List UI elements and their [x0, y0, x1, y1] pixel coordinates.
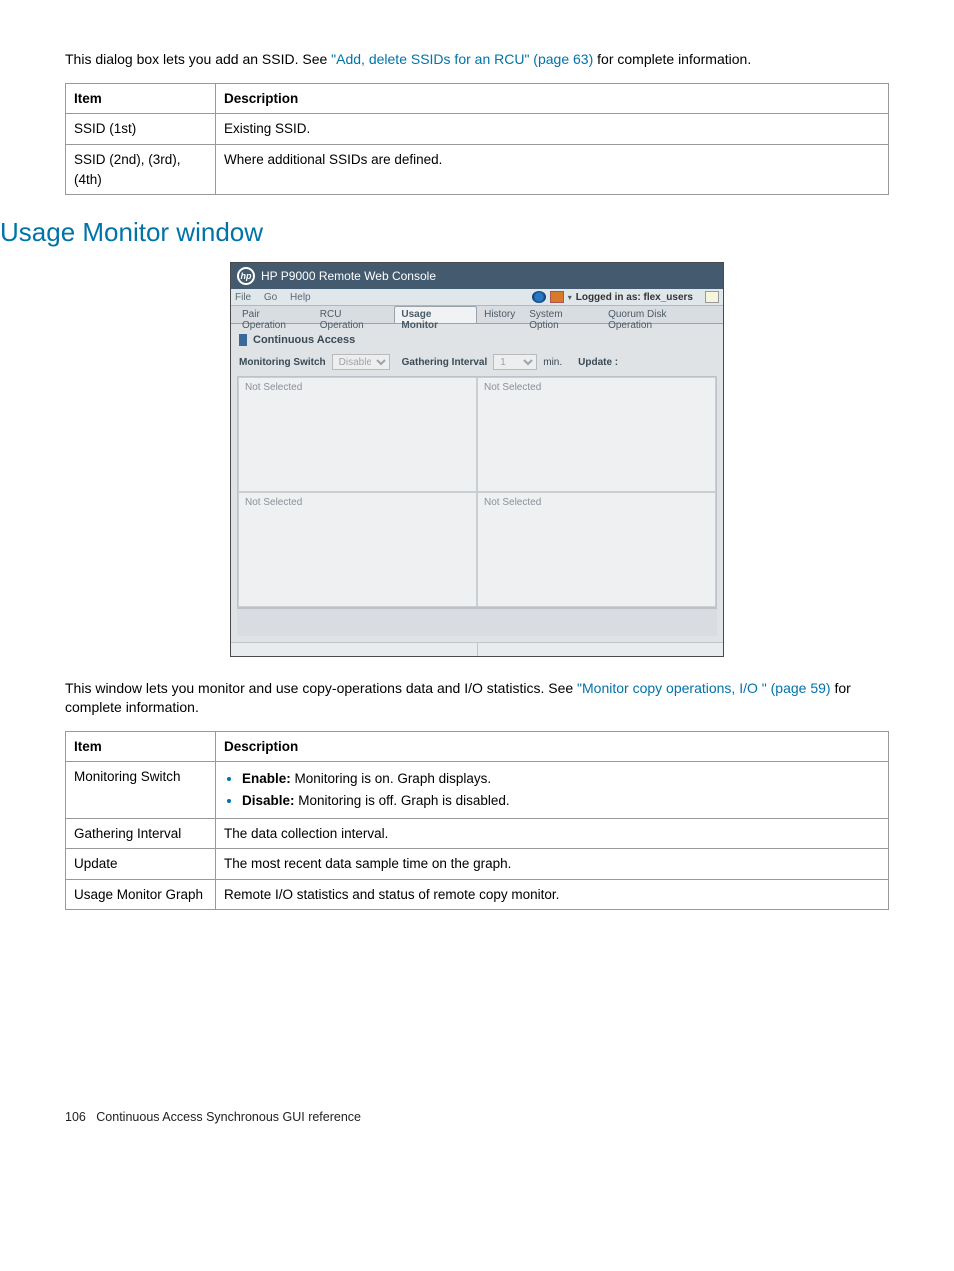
page-number: 106	[65, 1110, 86, 1124]
window-title: HP P9000 Remote Web Console	[261, 269, 436, 283]
cell-item: Gathering Interval	[66, 818, 216, 849]
tab-history[interactable]: History	[477, 306, 522, 323]
cell-desc: The data collection interval.	[216, 818, 889, 849]
th-item: Item	[66, 731, 216, 762]
table-row: Usage Monitor Graph Remote I/O statistic…	[66, 879, 889, 910]
intro2-link[interactable]: "Monitor copy operations, I/O " (page 59…	[577, 680, 831, 696]
gi-unit: min.	[543, 357, 562, 368]
tab-rcu-operation[interactable]: RCU Operation	[313, 306, 395, 323]
table-row: Gathering Interval The data collection i…	[66, 818, 889, 849]
tab-usage-monitor[interactable]: Usage Monitor	[394, 306, 477, 323]
list-item: Enable: Monitoring is on. Graph displays…	[242, 769, 880, 789]
gathering-interval-select[interactable]: 1	[493, 354, 537, 370]
gathering-interval-label: Gathering Interval	[402, 357, 488, 368]
hp-logo-icon: hp	[237, 267, 255, 285]
panel-br: Not Selected	[477, 492, 716, 607]
list-item: Disable: Monitoring is off. Graph is dis…	[242, 791, 880, 811]
intro2-pre: This window lets you monitor and use cop…	[65, 680, 577, 696]
note-icon[interactable]	[705, 291, 719, 303]
usage-monitor-table: Item Description Monitoring Switch Enabl…	[65, 731, 889, 910]
intro-link[interactable]: "Add, delete SSIDs for an RCU" (page 63)	[331, 51, 593, 67]
cell-desc: Where additional SSIDs are defined.	[216, 145, 889, 195]
cell-desc: Remote I/O statistics and status of remo…	[216, 879, 889, 910]
status-bar	[231, 642, 723, 656]
menubar: File Go Help ▾ Logged in as: flex_users	[231, 289, 723, 306]
th-desc: Description	[216, 83, 889, 114]
tab-quorum-disk[interactable]: Quorum Disk Operation	[601, 306, 719, 323]
dropdown-icon[interactable]: ▾	[568, 293, 572, 302]
cell-item: SSID (2nd), (3rd), (4th)	[66, 145, 216, 195]
tab-pair-operation[interactable]: Pair Operation	[235, 306, 313, 323]
panel-bl: Not Selected	[238, 492, 477, 607]
cards-icon[interactable]	[550, 291, 564, 303]
panel-tr: Not Selected	[477, 377, 716, 492]
section-heading: Usage Monitor window	[0, 217, 889, 248]
table-row: SSID (1st) Existing SSID.	[66, 114, 889, 145]
cell-desc: Existing SSID.	[216, 114, 889, 145]
ssid-table: Item Description SSID (1st) Existing SSI…	[65, 83, 889, 195]
cell-item: Update	[66, 849, 216, 880]
cell-item: SSID (1st)	[66, 114, 216, 145]
cell-item: Monitoring Switch	[66, 762, 216, 818]
intro-post: for complete information.	[593, 51, 751, 67]
update-label: Update :	[578, 357, 618, 368]
cell-desc: The most recent data sample time on the …	[216, 849, 889, 880]
table-row: SSID (2nd), (3rd), (4th) Where additiona…	[66, 145, 889, 195]
menu-help[interactable]: Help	[290, 292, 311, 303]
table-row: Update The most recent data sample time …	[66, 849, 889, 880]
menu-items: File Go Help	[235, 292, 321, 303]
footer-text: Continuous Access Synchronous GUI refere…	[96, 1110, 361, 1124]
login-text: Logged in as: flex_users	[576, 292, 693, 303]
monitoring-switch-select[interactable]: Disable	[332, 354, 390, 370]
shot-body: Continuous Access Monitoring Switch Disa…	[231, 324, 723, 642]
menu-file[interactable]: File	[235, 292, 251, 303]
menu-go[interactable]: Go	[264, 292, 277, 303]
intro-paragraph: This dialog box lets you add an SSID. Se…	[65, 50, 889, 69]
cell-desc: Enable: Monitoring is on. Graph displays…	[216, 762, 889, 818]
monitoring-switch-label: Monitoring Switch	[239, 357, 326, 368]
page-footer: 106 Continuous Access Synchronous GUI re…	[65, 1110, 889, 1124]
shot-footer-blank	[237, 608, 717, 636]
toolbar: Monitoring Switch Disable Gathering Inte…	[239, 354, 715, 370]
table-row: Monitoring Switch Enable: Monitoring is …	[66, 762, 889, 818]
panel-grid: Not Selected Not Selected Not Selected N…	[237, 376, 717, 608]
th-item: Item	[66, 83, 216, 114]
tab-row: Pair Operation RCU Operation Usage Monit…	[231, 306, 723, 324]
cell-item: Usage Monitor Graph	[66, 879, 216, 910]
intro-pre: This dialog box lets you add an SSID. Se…	[65, 51, 331, 67]
globe-icon[interactable]	[532, 291, 546, 303]
panel-tl: Not Selected	[238, 377, 477, 492]
tab-system-option[interactable]: System Option	[522, 306, 601, 323]
th-desc: Description	[216, 731, 889, 762]
screenshot: hp HP P9000 Remote Web Console File Go H…	[230, 262, 724, 657]
window-titlebar: hp HP P9000 Remote Web Console	[231, 263, 723, 289]
continuous-access-title: Continuous Access	[239, 334, 715, 346]
intro2-paragraph: This window lets you monitor and use cop…	[65, 679, 889, 717]
